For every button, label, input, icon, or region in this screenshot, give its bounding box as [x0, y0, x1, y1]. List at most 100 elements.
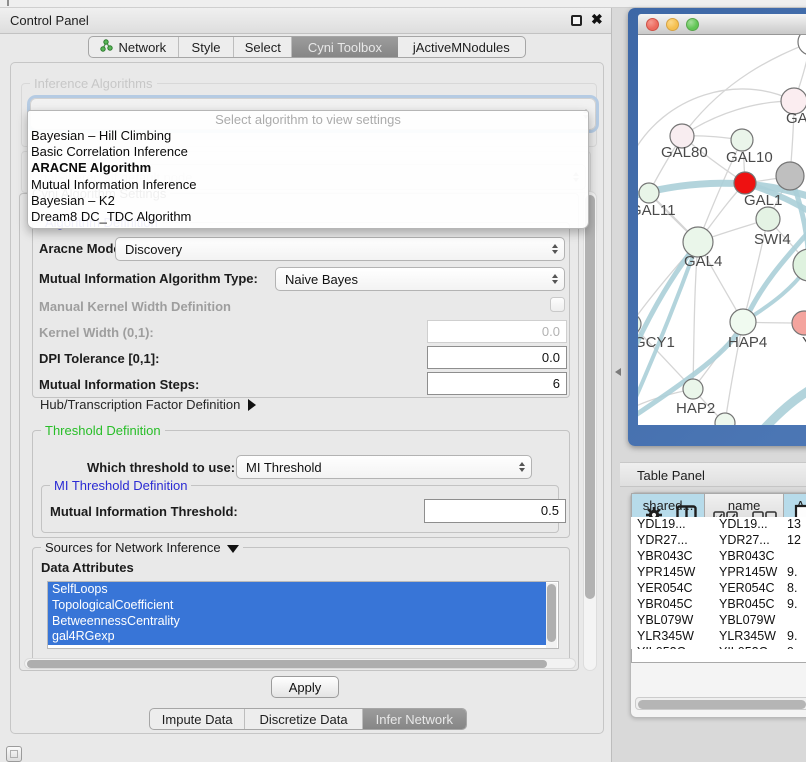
- table-cell[interactable]: 9.: [785, 629, 806, 645]
- list-vertical-scrollbar[interactable]: [546, 583, 557, 649]
- data-attribute-item[interactable]: TopologicalCoefficient: [48, 598, 546, 614]
- minimize-button[interactable]: [666, 18, 679, 31]
- network-canvas[interactable]: GALGAL80GAL10GAL1GAL11SWI4GAL4GCY1HAP4YH…: [638, 35, 806, 425]
- table-cell[interactable]: 9.: [785, 645, 806, 649]
- network-node[interactable]: [793, 249, 806, 281]
- panel-splitter-grip[interactable]: [615, 368, 621, 376]
- kernel-width-input[interactable]: 0.0: [427, 320, 567, 343]
- close-button[interactable]: [646, 18, 659, 31]
- table-row[interactable]: YLR345WYLR345W9.: [631, 629, 806, 645]
- table-cell[interactable]: YDL19...: [705, 517, 785, 533]
- hub-definition-toggle[interactable]: Hub/Transcription Factor Definition: [40, 397, 256, 412]
- algorithm-option[interactable]: ARACNE Algorithm: [28, 160, 588, 176]
- table-cell[interactable]: YPR145W: [631, 565, 705, 581]
- network-node[interactable]: [792, 311, 806, 335]
- tab-jactivemnodules[interactable]: jActiveMNodules: [398, 37, 525, 57]
- network-node[interactable]: [715, 413, 735, 425]
- network-node-label: Y: [802, 334, 806, 351]
- table-body[interactable]: YDL19...YDL19...13YDR27...YDR27...12YBR0…: [631, 517, 806, 649]
- table-cell[interactable]: YER054C: [705, 581, 785, 597]
- data-attribute-item[interactable]: BetweennessCentrality: [48, 614, 546, 630]
- tab-infer-network[interactable]: Infer Network: [363, 709, 466, 729]
- table-cell[interactable]: YBR043C: [705, 549, 785, 565]
- network-node[interactable]: [734, 172, 756, 194]
- table-panel-titlebar: Table Panel: [620, 462, 806, 487]
- sources-title[interactable]: Sources for Network Inference: [41, 540, 243, 555]
- table-row[interactable]: YBR045CYBR045C9.: [631, 597, 806, 613]
- table-row[interactable]: YPR145WYPR145W9.: [631, 565, 806, 581]
- table-cell[interactable]: YPR145W: [705, 565, 785, 581]
- table-row[interactable]: YIL052CYIL052C9.: [631, 645, 806, 649]
- network-node[interactable]: [683, 379, 703, 399]
- tab-cyni-toolbox[interactable]: Cyni Toolbox: [292, 37, 397, 57]
- table-cell[interactable]: [785, 549, 806, 565]
- table-row[interactable]: YBR043CYBR043C: [631, 549, 806, 565]
- tab-impute-data[interactable]: Impute Data: [150, 709, 245, 729]
- network-node[interactable]: [776, 162, 804, 190]
- table-cell[interactable]: 12: [785, 533, 806, 549]
- table-row[interactable]: YER054CYER054C8.: [631, 581, 806, 597]
- tab-style[interactable]: Style: [179, 37, 235, 57]
- table-cell[interactable]: YLR345W: [631, 629, 705, 645]
- table-cell[interactable]: YBL079W: [705, 613, 785, 629]
- mi-steps-label: Mutual Information Steps:: [39, 377, 199, 392]
- table-row[interactable]: YDR27...YDR27...12: [631, 533, 806, 549]
- table-cell[interactable]: YER054C: [631, 581, 705, 597]
- which-threshold-combobox[interactable]: MI Threshold: [236, 455, 532, 479]
- table-cell[interactable]: YDL19...: [631, 517, 705, 533]
- network-node[interactable]: [730, 309, 756, 335]
- scrollbar-thumb[interactable]: [638, 700, 806, 709]
- network-node[interactable]: [756, 207, 780, 231]
- table-cell[interactable]: 13: [785, 517, 806, 533]
- algorithm-option[interactable]: Dream8 DC_TDC Algorithm: [28, 209, 588, 225]
- hub-definition-label: Hub/Transcription Factor Definition: [40, 397, 240, 412]
- data-attribute-item[interactable]: gal4RGexp: [48, 629, 546, 645]
- algorithm-option[interactable]: Basic Correlation Inference: [28, 144, 588, 160]
- table-cell[interactable]: YBR043C: [631, 549, 705, 565]
- tab-network[interactable]: Network: [89, 37, 179, 57]
- scrollbar-thumb[interactable]: [27, 660, 547, 668]
- mi-steps-input[interactable]: 6: [427, 372, 567, 395]
- table-cell[interactable]: [785, 613, 806, 629]
- algorithm-option[interactable]: Bayesian – Hill Climbing: [28, 128, 588, 144]
- data-attributes-list[interactable]: SelfLoopsTopologicalCoefficientBetweenne…: [47, 581, 559, 649]
- tab-select[interactable]: Select: [234, 37, 292, 57]
- expand-right-icon: [248, 399, 256, 411]
- table-cell[interactable]: YIL052C: [705, 645, 785, 649]
- table-cell[interactable]: YIL052C: [631, 645, 705, 649]
- table-cell[interactable]: YDR27...: [705, 533, 785, 549]
- table-cell[interactable]: 9.: [785, 597, 806, 613]
- table-cell[interactable]: YBL079W: [631, 613, 705, 629]
- apply-button[interactable]: Apply: [271, 676, 339, 698]
- mi-type-combobox[interactable]: Naive Bayes: [275, 267, 565, 291]
- manual-kernel-checkbox[interactable]: [550, 297, 565, 312]
- table-horizontal-scrollbar[interactable]: [635, 697, 806, 710]
- mi-threshold-input[interactable]: 0.5: [424, 499, 566, 523]
- table-cell[interactable]: YBR045C: [705, 597, 785, 613]
- data-attribute-item[interactable]: SelfLoops: [48, 582, 546, 598]
- table-cell[interactable]: 8.: [785, 581, 806, 597]
- dpi-tolerance-input[interactable]: 0.0: [427, 346, 567, 369]
- algorithm-option[interactable]: Bayesian – K2: [28, 193, 588, 209]
- algorithm-option[interactable]: Mutual Information Inference: [28, 177, 588, 193]
- zoom-button[interactable]: [686, 18, 699, 31]
- tab-discretize-data[interactable]: Discretize Data: [245, 709, 362, 729]
- float-window-icon[interactable]: [571, 15, 582, 26]
- close-icon[interactable]: ✖: [591, 11, 603, 28]
- network-node[interactable]: [639, 183, 659, 203]
- table-row[interactable]: YBL079WYBL079W: [631, 613, 806, 629]
- network-node[interactable]: [731, 129, 753, 151]
- table-cell[interactable]: 9.: [785, 565, 806, 581]
- scrollbar-thumb[interactable]: [585, 195, 595, 599]
- table-cell[interactable]: YDR27...: [631, 533, 705, 549]
- network-edge-highlighted: [762, 379, 806, 425]
- table-row[interactable]: YDL19...YDL19...13: [631, 517, 806, 533]
- collapsed-panel-icon[interactable]: [6, 746, 22, 762]
- table-cell[interactable]: YLR345W: [705, 629, 785, 645]
- aracne-mode-combobox[interactable]: Discovery: [115, 237, 565, 261]
- table-cell[interactable]: YBR045C: [631, 597, 705, 613]
- scrollbar-thumb[interactable]: [547, 584, 556, 642]
- settings-horizontal-scrollbar[interactable]: [24, 658, 576, 669]
- network-node[interactable]: [798, 35, 806, 55]
- settings-vertical-scrollbar[interactable]: [583, 191, 597, 671]
